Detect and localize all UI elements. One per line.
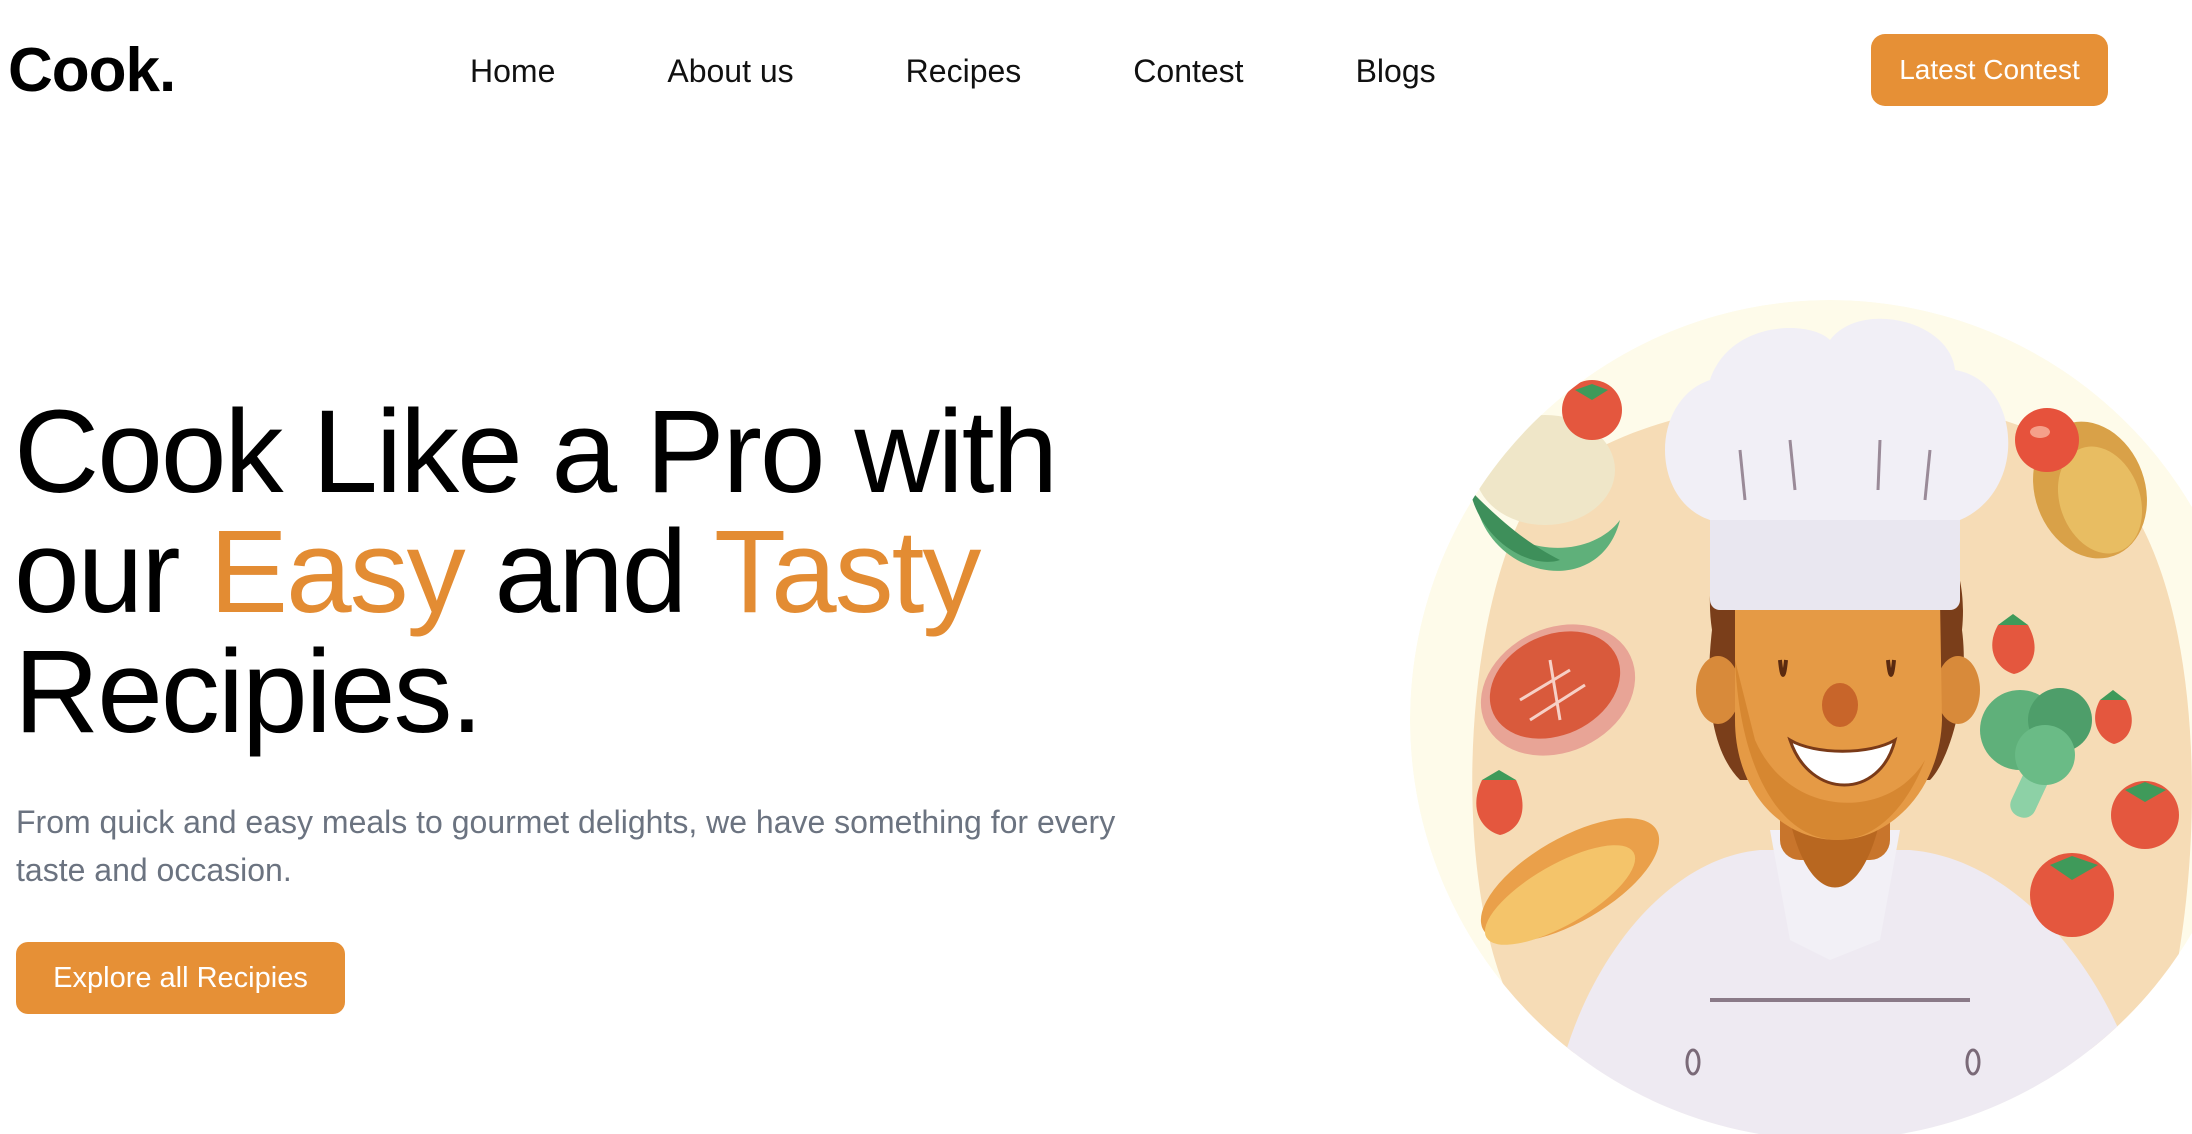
hero-title-easy: Easy [209, 506, 465, 638]
tomato-right [2111, 781, 2179, 849]
hero-title-line3: Recipies. [14, 626, 483, 758]
hero-subtitle: From quick and easy meals to gourmet del… [16, 804, 1116, 888]
tomato-bottom [2030, 853, 2114, 937]
chef-illustration-svg [1410, 300, 2192, 1134]
nav-item-contest[interactable]: Contest [1133, 46, 1243, 96]
main-nav: Home About us Recipes Contest Blogs [470, 46, 1436, 96]
explore-recipes-button[interactable]: Explore all Recipies [16, 942, 345, 1014]
hero-title-our: our [14, 506, 210, 638]
hero-title-line1: Cook Like a Pro with [14, 386, 1058, 518]
nav-item-recipes[interactable]: Recipes [906, 46, 1022, 96]
apple [2015, 408, 2079, 472]
hero-title-tasty: Tasty [714, 506, 981, 638]
landing-page: Cook. Home About us Recipes Contest Blog… [0, 0, 2192, 1134]
nav-item-home[interactable]: Home [470, 46, 555, 96]
logo[interactable]: Cook. [8, 34, 176, 108]
chef-illustration [1410, 300, 2192, 1134]
nav-item-blogs[interactable]: Blogs [1356, 46, 1436, 96]
nav-item-about-us[interactable]: About us [667, 46, 793, 96]
hero-title: Cook Like a Pro with our Easy and Tasty … [14, 392, 1164, 752]
latest-contest-button[interactable]: Latest Contest [1871, 34, 2108, 106]
tomato [1562, 380, 1622, 440]
hero-title-and: and [463, 506, 715, 638]
